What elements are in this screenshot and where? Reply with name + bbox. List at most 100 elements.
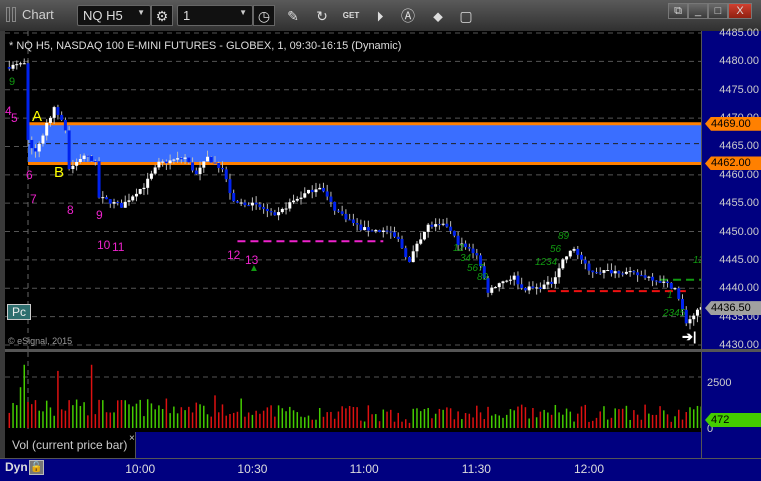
chart-info: * NQ H5, NASDAQ 100 E-MINI FUTURES - GLO… (9, 40, 402, 52)
candle (654, 280, 658, 282)
time-tick-label: 10:30 (237, 462, 268, 476)
candle (400, 239, 404, 249)
candle (269, 211, 273, 213)
candle (239, 202, 243, 204)
time-axis[interactable]: Dyn 🔓 10:00 10:30 11:00 11:30 12:00 (0, 458, 761, 481)
candle (370, 230, 374, 232)
candle (149, 173, 153, 179)
comment-icon[interactable]: ▢ (455, 5, 477, 27)
dyn-label[interactable]: Dyn (5, 460, 28, 474)
candle (673, 288, 677, 290)
candle (45, 122, 49, 136)
up-arrow-icon: ▲ (249, 263, 259, 274)
candle (583, 259, 587, 264)
wave-count: 5 (11, 111, 18, 125)
play-icon[interactable]: ⏵ (369, 5, 391, 27)
candle (153, 167, 157, 174)
restore-button[interactable]: ⧉ (668, 3, 688, 19)
candle (651, 276, 655, 281)
candle (120, 202, 123, 208)
refresh-icon[interactable]: ↻ (311, 5, 333, 27)
candle (501, 281, 505, 284)
label-a: A (32, 108, 43, 125)
candle (351, 219, 355, 224)
candle (303, 193, 307, 198)
interval-select[interactable]: 1 ▼ (177, 5, 253, 26)
candle (632, 271, 636, 273)
volume-tag: 472 (705, 413, 761, 427)
candle (247, 205, 251, 207)
wave-count: 12 (227, 248, 241, 262)
candle (550, 281, 554, 284)
close-button[interactable]: X (728, 3, 752, 19)
candle (146, 178, 150, 188)
candle (505, 280, 509, 282)
candle (437, 224, 441, 226)
candle (15, 64, 19, 66)
price-chart[interactable]: * NQ H5, NASDAQ 100 E-MINI FUTURES - GLO… (5, 31, 704, 349)
price-tick-label: 4450.00 (719, 225, 759, 238)
title-bar: Chart NQ H5 ▼ ⚙ 1 ▼ ◷ ✎ ↻ GET ⏵ Ⓐ ⬥ ▢ ⧉ _ … (0, 0, 761, 31)
grip-icon[interactable] (12, 7, 16, 22)
volume-tick-label: 2500 (707, 377, 732, 389)
candle (542, 284, 546, 289)
scroll-to-end-icon[interactable]: ➔| (682, 329, 698, 344)
candle (307, 189, 310, 194)
candle (213, 162, 217, 164)
candle (295, 198, 299, 201)
wave-count: 8 (67, 203, 74, 217)
link-icon[interactable]: ⬥ (427, 5, 449, 27)
candle (407, 257, 411, 263)
green-count: 56 (550, 244, 562, 255)
candle (123, 201, 127, 208)
pc-button[interactable]: Pc (7, 304, 32, 320)
candle (535, 287, 539, 289)
candle (636, 272, 640, 276)
candle (280, 208, 284, 213)
candle (86, 155, 90, 157)
green-count: 1 (667, 290, 673, 301)
candle (580, 254, 584, 260)
candle (101, 197, 105, 199)
wave-count: 10 (97, 238, 111, 252)
grip-icon[interactable] (6, 7, 10, 22)
pencil-icon[interactable]: ✎ (282, 5, 304, 27)
candle (415, 243, 419, 252)
candle (314, 189, 318, 193)
candle (131, 196, 135, 201)
minimize-button[interactable]: _ (688, 3, 708, 19)
close-study-icon[interactable]: × (129, 433, 135, 444)
price-tick-label: 4460.00 (719, 168, 759, 181)
candle (333, 201, 337, 211)
candle (37, 143, 41, 152)
candle (142, 187, 146, 190)
candle (381, 230, 385, 232)
maximize-button[interactable]: □ (708, 3, 728, 19)
candle (265, 208, 269, 212)
get-icon[interactable]: GET (340, 5, 362, 27)
candle (48, 117, 52, 123)
symbol-select[interactable]: NQ H5 ▼ (77, 5, 151, 26)
candle (385, 230, 389, 232)
candle (452, 230, 456, 236)
lock-icon[interactable]: 🔓 (29, 460, 44, 475)
candle (206, 156, 210, 162)
price-axis[interactable]: 4485.004480.004475.004470.004465.004460.… (701, 27, 761, 458)
candle (606, 270, 610, 272)
green-count: 89 (558, 231, 570, 242)
candle (97, 161, 101, 198)
candle (164, 161, 168, 164)
candle (602, 270, 606, 273)
volume-chart[interactable] (5, 352, 701, 432)
alert-icon[interactable]: Ⓐ (397, 5, 419, 27)
candle (594, 272, 598, 274)
candle (93, 161, 97, 163)
candle (262, 207, 266, 209)
green-count: 1234 (535, 257, 558, 268)
clock-icon[interactable]: ◷ (253, 5, 275, 26)
settings-icon[interactable]: ⚙ (151, 5, 173, 26)
candle (22, 63, 26, 65)
candle (565, 256, 569, 260)
price-tag: 4462.00 (705, 156, 761, 171)
candle (134, 193, 138, 197)
